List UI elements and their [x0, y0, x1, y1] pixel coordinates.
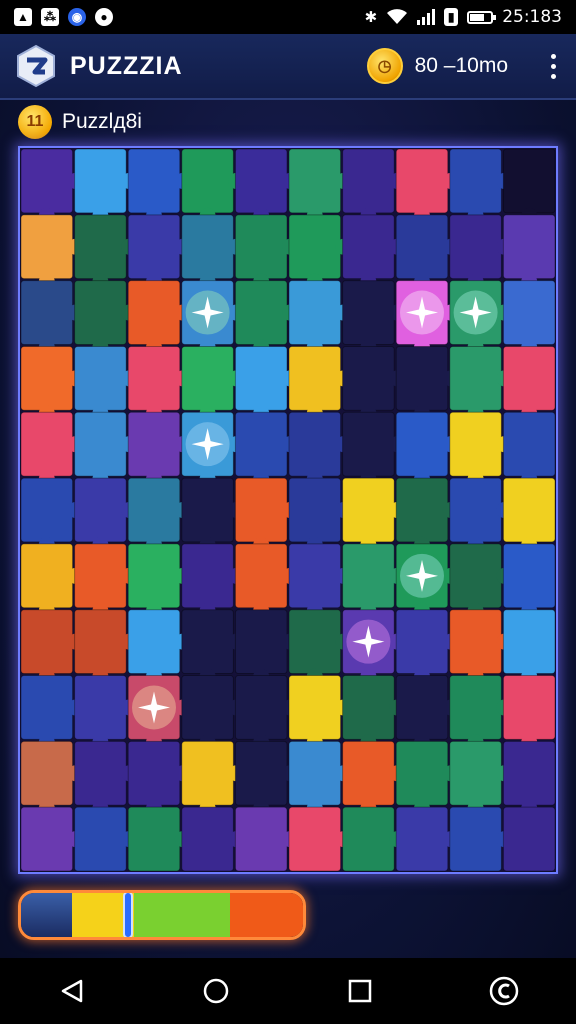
- puzzle-piece[interactable]: [502, 609, 556, 685]
- sparkle-effect: [185, 422, 230, 467]
- puzzle-piece[interactable]: [502, 543, 556, 619]
- level-row: 11 Puzzlд8i: [18, 104, 142, 140]
- puzzle-board[interactable]: [18, 146, 558, 874]
- puzzle-piece[interactable]: [502, 675, 556, 751]
- sparkle-effect: [132, 685, 176, 730]
- sim-icon: ▮: [444, 8, 459, 26]
- assistant-icon[interactable]: [474, 961, 534, 1021]
- progress-bar: [18, 890, 306, 940]
- app-header: PUZZZIA ◷ 80 –10mo: [0, 34, 576, 100]
- record-icon: ●: [95, 8, 113, 26]
- gallery-icon: ▲: [14, 8, 32, 26]
- puzzle-piece[interactable]: [502, 148, 556, 224]
- more-vertical-icon[interactable]: [544, 51, 562, 81]
- status-right: ✱ ▮ 25:183: [365, 7, 562, 27]
- sparkle-effect: [400, 290, 444, 335]
- level-title: Puzzlд8i: [62, 110, 142, 133]
- coin-balance[interactable]: ◷ 80 –10mo: [366, 48, 508, 84]
- progress-handle[interactable]: [123, 893, 134, 937]
- battery-icon: [467, 10, 497, 24]
- sparkle-effect: [185, 290, 230, 335]
- sparkle-effect: [453, 290, 498, 335]
- coin-icon: ◷: [366, 48, 403, 84]
- back-triangle-icon[interactable]: [42, 961, 102, 1021]
- status-left: ▲ ⁂ ◉ ●: [14, 8, 113, 26]
- puzzle-piece[interactable]: [502, 411, 556, 488]
- puzzle-logo-icon[interactable]: [14, 44, 58, 88]
- progress-segment: [133, 893, 230, 937]
- wifi-icon: [387, 9, 408, 24]
- phone-screen: ▲ ⁂ ◉ ● ✱ ▮ 25:183 PUZZZIA ◷ 80 –10mo 11…: [0, 0, 576, 1024]
- app-title: PUZZZIA: [70, 51, 183, 80]
- shield-app-icon: ◉: [68, 8, 86, 26]
- home-circle-icon[interactable]: [186, 961, 246, 1021]
- puzzle-piece[interactable]: [502, 214, 556, 290]
- signal-icon: [417, 9, 436, 25]
- puzzle-grid[interactable]: [20, 148, 556, 872]
- sparkle-effect: [400, 553, 444, 598]
- puzzle-piece[interactable]: [502, 806, 556, 872]
- status-time: 25:183: [502, 7, 562, 27]
- pdf-icon: ⁂: [41, 8, 59, 26]
- bluetooth-icon: ✱: [364, 9, 378, 26]
- level-badge: 11: [18, 105, 52, 139]
- coin-text: 80 –10mo: [414, 54, 508, 77]
- progress-start: [21, 893, 77, 937]
- puzzle-piece[interactable]: [502, 740, 556, 817]
- puzzle-piece[interactable]: [502, 345, 556, 422]
- sparkle-effect: [346, 619, 391, 664]
- recents-square-icon[interactable]: [330, 961, 390, 1021]
- progress-segment: [229, 893, 303, 937]
- navigation-bar: [0, 958, 576, 1024]
- puzzle-piece[interactable]: [502, 477, 556, 553]
- status-bar: ▲ ⁂ ◉ ● ✱ ▮ 25:183: [0, 0, 576, 34]
- puzzle-piece[interactable]: [502, 280, 556, 356]
